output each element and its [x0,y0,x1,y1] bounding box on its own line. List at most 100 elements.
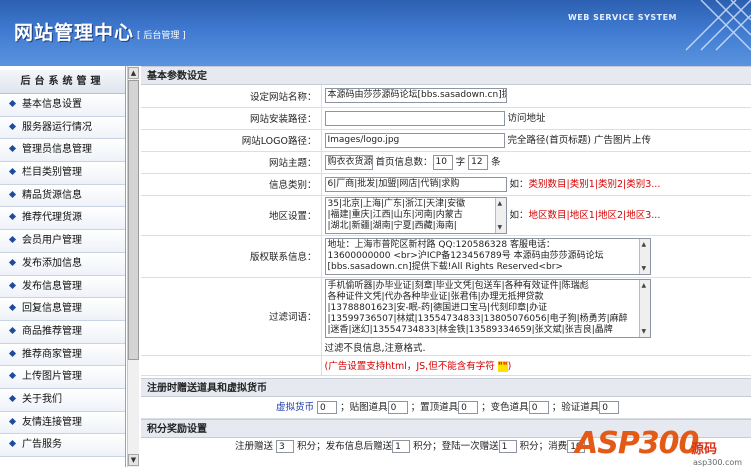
diamond-icon [8,440,17,448]
diamond-icon [8,417,17,425]
filter-words-textarea[interactable]: 手机偷听器|办毕业证|刻章|毕业文凭|包送车|各种有效证件|陈瑞彪 各种证件文凭… [324,278,651,338]
site-theme-label: 网站主题： [141,151,321,174]
sidebar-item-friend-links[interactable]: 友情连接管理 [0,411,125,435]
sidebar-item-label: 发布信息管理 [22,280,82,292]
points-reg-input[interactable]: 3 [276,439,295,453]
category-hint: 类别数目|类别1|类别2|类别3... [528,179,661,190]
copyright-label: 版权联系信息： [141,235,321,278]
scroll-up-icon[interactable]: ▲ [128,67,139,79]
filter-note: 过滤不良信息,注意格式. [324,342,426,354]
sidebar-item-about-us[interactable]: 关于我们 [0,388,125,412]
site-theme-input[interactable]: 购衣衣货源 [324,155,373,170]
sidebar-item-label: 关于我们 [22,393,62,405]
sidebar-item-basic-info[interactable]: 基本信息设置 [0,94,125,117]
textarea-scrollbar[interactable] [494,197,506,233]
points-post-input[interactable]: 1 [392,439,411,453]
diamond-icon [8,372,17,380]
logo-path-input[interactable]: Images/logo.jpg [324,133,505,148]
points-consume-label: 积分；消费 [519,440,568,452]
diamond-icon [8,213,17,221]
points-login-label: 积分；登陆一次赠送 [413,440,499,452]
sidebar-item-label: 管理员信息管理 [22,144,92,156]
diamond-icon [8,349,17,357]
site-name-input[interactable]: 本源码由莎莎源码论坛[bbs.sasadown.cn]提供 [324,88,507,104]
sidebar-item-label: 精品货源信息 [22,189,82,201]
region-label: 地区设置： [141,195,321,236]
sidebar-item-upload-images[interactable]: 上传图片管理 [0,366,125,389]
per-page-input-2[interactable]: 12 [468,155,489,170]
sidebar-item-premium-source[interactable]: 精品货源信息 [0,184,125,208]
region-hint-prefix: 如： [509,209,529,221]
site-name-label: 设定网站名称： [141,85,321,108]
sidebar-item-category-manage[interactable]: 栏目类别管理 [0,162,125,185]
copyright-line: 地址：上海市普陀区新村路 QQ:120586328 客服电话： [327,239,555,250]
install-path-label: 网站安装路径： [141,107,321,130]
diamond-icon [8,394,17,402]
filter-line: |13599736507|林斌|13554734833|13805076056|… [327,313,628,324]
reg-color-label: ；变色道具 [481,401,529,413]
watermark-logo: ASP300 源码 asp300.com [571,411,751,467]
sidebar-item-add-info[interactable]: 发布添加信息 [0,252,125,276]
points-post-label: 积分；发布信息后赠送 [297,440,393,452]
category-hint-prefix: 如： [509,179,529,190]
region-line: |湖北|新疆|湖南|宁夏|西藏|海南| [327,220,457,231]
filter-line: 各种证件文凭|代办各种毕业证|张君伟|办理无抵押贷款 [327,291,544,302]
points-login-input[interactable]: 1 [498,439,517,453]
sidebar-item-reply-manage[interactable]: 回复信息管理 [0,298,125,321]
install-path-input[interactable] [324,111,505,126]
textarea-scrollbar[interactable] [638,279,650,337]
sidebar-item-ad-service[interactable]: 广告服务 [0,434,125,457]
sidebar-item-agent-source[interactable]: 推荐代理货源 [0,207,125,231]
reg-tie-label: ；贴图道具 [340,401,388,413]
globe-decoration-icon [685,0,751,51]
filter-words-label: 过滤词语： [141,277,321,356]
region-textarea[interactable]: 35|北京|上海|广东|浙江|天津|安徽 |福建|重庆|江西|山东|河南|内蒙古… [324,196,507,234]
diamond-icon [8,326,17,334]
copyright-line: [bbs.sasadown.cn]提供下载!All Rights Reserve… [327,261,563,272]
sidebar-item-label: 栏目类别管理 [22,167,82,179]
ad-note-char: "" [497,361,508,372]
sidebar-item-server-status[interactable]: 服务器运行情况 [0,116,125,140]
sidebar-item-admin-manage[interactable]: 管理员信息管理 [0,139,125,163]
sidebar-item-member-manage[interactable]: 会员用户管理 [0,230,125,253]
scroll-down-icon[interactable]: ▼ [128,454,139,466]
diamond-icon [8,304,17,312]
points-reg-label: 注册赠送 [235,440,274,452]
textarea-scrollbar[interactable] [638,238,650,274]
sidebar-item-product-recommend[interactable]: 商品推荐管理 [0,320,125,344]
sidebar-item-label: 友情连接管理 [22,416,82,428]
app-title: 网站管理中心 [14,22,135,44]
diamond-icon [8,122,17,130]
reg-currency-input[interactable]: 0 [317,400,338,414]
category-input[interactable]: 6|厂商|批发|加盟|网店|代销|求购 [324,177,507,192]
ad-note-prefix: (广告设置支持html，JS,但不能含有字符 [324,361,498,372]
diamond-icon [8,190,17,198]
main-panel: 基本参数设定 设定网站名称： 本源码由莎莎源码论坛[bbs.sasadown.c… [141,66,751,467]
per-page-label: 首页信息数： [375,157,433,168]
logo-path-hint[interactable]: 完全路径(首页标题) 广告图片上传 [508,135,651,146]
sidebar-item-label: 广告服务 [22,439,62,451]
watermark-brand: ASP300 [575,426,699,461]
sidebar-item-label: 发布添加信息 [22,257,82,269]
diamond-icon [8,236,17,244]
per-page-unit-2: 条 [491,157,501,168]
copyright-textarea[interactable]: 地址：上海市普陀区新村路 QQ:120586328 客服电话： 13600000… [324,237,651,275]
install-path-hint: 访问地址 [507,113,546,124]
sidebar-item-info-manage[interactable]: 发布信息管理 [0,275,125,299]
sidebar-item-label: 基本信息设置 [22,99,82,110]
copyright-line: 13600000000 <br>沪ICP备123456789号 本源码由莎莎源码… [327,250,604,261]
per-page-unit: 字 [455,157,466,168]
region-line: 35|北京|上海|广东|浙江|天津|安徽 [327,198,466,209]
sidebar-scrollbar[interactable]: ▲ ▼ [127,66,139,467]
per-page-input[interactable]: 10 [432,155,453,170]
watermark-url: asp300.com [693,458,743,467]
reg-currency-label: 虚拟货币 [276,401,315,413]
sidebar-item-label: 商品推荐管理 [22,325,82,337]
sidebar-item-merchant-recommend[interactable]: 推荐商家管理 [0,343,125,367]
scroll-thumb[interactable] [128,80,139,360]
diamond-icon [8,99,17,108]
reg-tie-input[interactable]: 0 [387,400,408,414]
reg-top-input[interactable]: 0 [458,400,479,414]
reg-color-input[interactable]: 0 [528,400,549,414]
ad-note-suffix: ) [507,361,512,372]
